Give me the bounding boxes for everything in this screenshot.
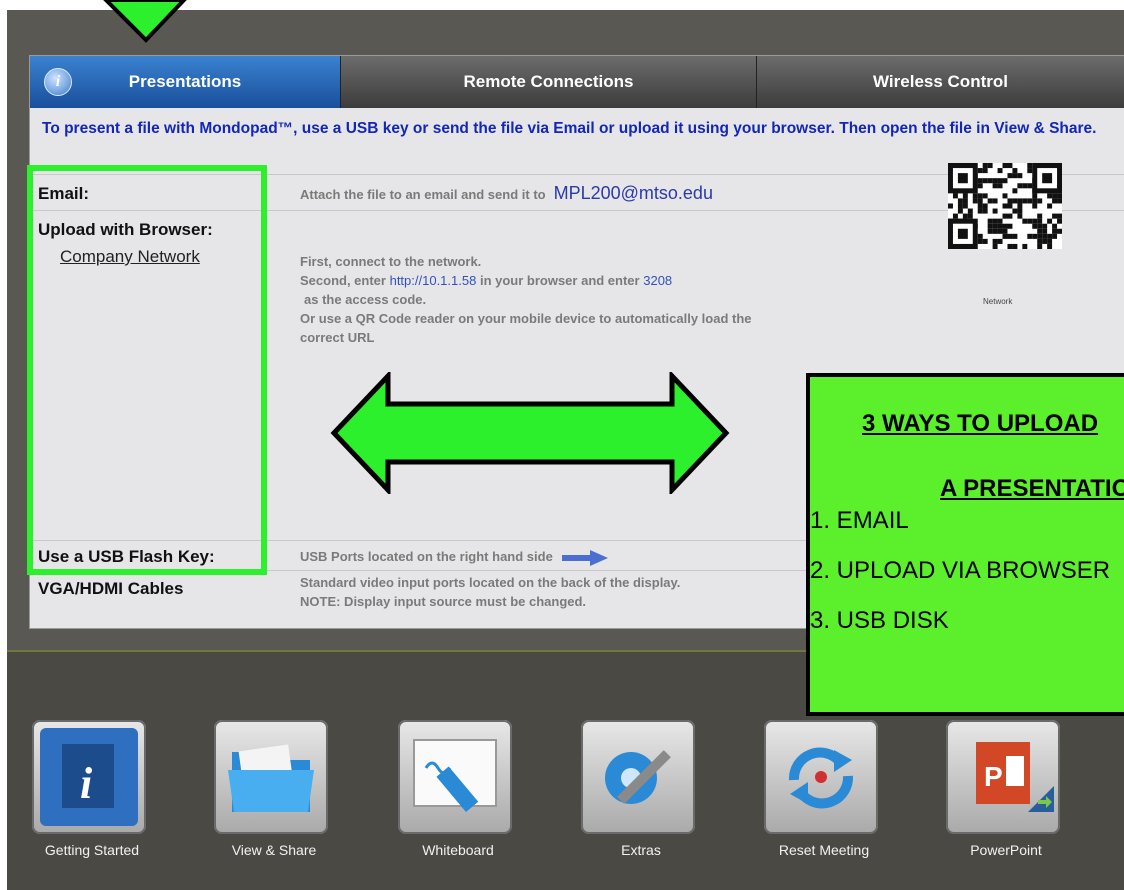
upload-line5: correct URL bbox=[300, 330, 375, 345]
double-arrow-icon bbox=[330, 372, 730, 494]
upload-line3: as the access code. bbox=[304, 292, 427, 307]
vga-label: VGA/HDMI Cables bbox=[38, 579, 184, 598]
vga-line1: Standard video input ports located on th… bbox=[300, 575, 681, 590]
upload-line2-mid: in your browser and enter bbox=[479, 273, 640, 288]
qr-caption: Network bbox=[983, 297, 1013, 306]
app-icon-frame bbox=[764, 720, 878, 834]
down-arrow-icon bbox=[103, 0, 187, 43]
callout-item: 3. USB DISK bbox=[810, 607, 949, 634]
upload-line2-prefix: Second, enter bbox=[300, 273, 386, 288]
app-label: View & Share bbox=[231, 842, 317, 858]
folder-icon bbox=[228, 744, 314, 812]
access-code: 3208 bbox=[643, 273, 673, 288]
reset-arrows-icon bbox=[788, 747, 854, 809]
tab-remote-connections[interactable]: Remote Connections bbox=[341, 56, 757, 108]
tab-wireless-control[interactable]: Wireless Control bbox=[757, 56, 1124, 108]
usb-text-wrap: USB Ports located on the right hand side bbox=[300, 547, 609, 566]
svg-text:i: i bbox=[80, 759, 93, 808]
svg-text:P: P bbox=[984, 761, 1003, 792]
tools-gear-icon bbox=[605, 750, 671, 804]
app-label: Getting Started bbox=[44, 842, 140, 858]
app-label: PowerPoint bbox=[970, 842, 1042, 858]
vga-text: Standard video input ports located on th… bbox=[300, 573, 680, 611]
upload-line4: Or use a QR Code reader on your mobile d… bbox=[300, 311, 752, 326]
email-address: MPL200@mtso.edu bbox=[553, 183, 713, 203]
upload-line2: Second, enter http://10.1.1.58 in your b… bbox=[300, 271, 752, 290]
callout-item: 1. EMAIL bbox=[810, 507, 909, 534]
right-arrow-icon bbox=[562, 549, 609, 566]
callout-heading-line2: A PRESENTATION bbox=[940, 475, 1124, 502]
tab-label: Remote Connections bbox=[463, 72, 634, 91]
tab-presentations[interactable]: i Presentations bbox=[30, 56, 341, 108]
info-icon: i bbox=[44, 68, 72, 96]
app-icon-frame bbox=[581, 720, 695, 834]
intro-text: To present a file with Mondopad™, use a … bbox=[42, 120, 1097, 137]
tab-label: Presentations bbox=[128, 72, 242, 91]
email-instruction-text: Attach the file to an email and send it … bbox=[300, 187, 546, 202]
marker-board-icon bbox=[413, 739, 497, 812]
usb-text: USB Ports located on the right hand side bbox=[300, 549, 553, 564]
app-icon-frame: i bbox=[32, 720, 146, 834]
app-icon-frame: P bbox=[946, 720, 1060, 834]
app-icon-frame bbox=[398, 720, 512, 834]
qr-code-icon bbox=[948, 163, 1062, 249]
labels-highlight-box bbox=[27, 165, 267, 575]
tab-bar: i Presentations Remote Connections Wirel… bbox=[30, 56, 1124, 108]
tab-label: Wireless Control bbox=[873, 72, 1008, 91]
powerpoint-icon: P bbox=[976, 742, 1054, 812]
three-ways-callout: 3 WAYS TO UPLOAD A PRESENTATION 1. EMAIL… bbox=[806, 373, 1124, 716]
upload-line1: First, connect to the network. bbox=[300, 254, 482, 269]
app-label: Reset Meeting bbox=[778, 842, 870, 858]
info-book-icon: i bbox=[40, 728, 138, 826]
callout-item: 2. UPLOAD VIA BROWSER bbox=[810, 557, 1111, 584]
upload-instructions: First, connect to the network. Second, e… bbox=[300, 252, 752, 347]
upload-url: http://10.1.1.58 bbox=[389, 273, 477, 288]
callout-heading-line1: 3 WAYS TO UPLOAD bbox=[862, 410, 1099, 437]
vga-line2: NOTE: Display input source must be chang… bbox=[300, 594, 587, 609]
email-instruction: Attach the file to an email and send it … bbox=[300, 184, 713, 204]
app-icon-frame bbox=[214, 720, 328, 834]
app-label: Whiteboard bbox=[422, 842, 494, 858]
app-label: Extras bbox=[621, 842, 661, 858]
